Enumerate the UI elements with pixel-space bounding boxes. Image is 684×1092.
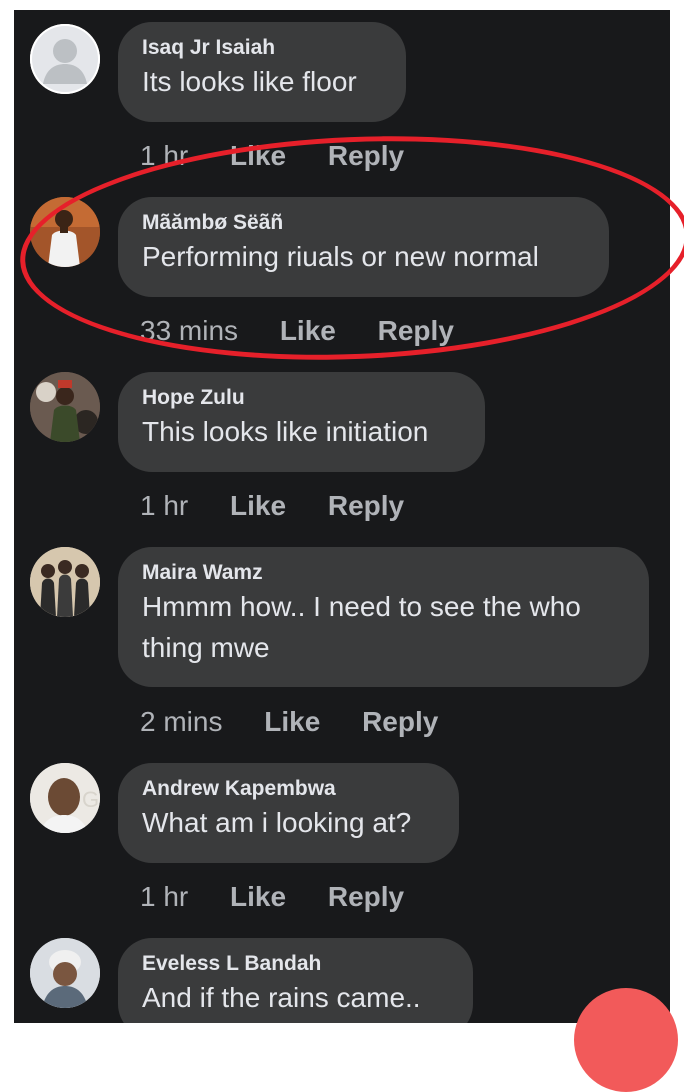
person-photo-icon — [30, 197, 100, 267]
comment-actions: 1 hr Like Reply — [140, 488, 404, 524]
comment-bubble: Eveless L Bandah And if the rains came.. — [118, 938, 473, 1023]
comment-actions: 1 hr Like Reply — [140, 879, 404, 915]
comment-text: What am i looking at? — [142, 807, 412, 838]
child-photo-icon — [30, 938, 100, 1008]
comment-actions: 1 hr Like Reply — [140, 138, 404, 174]
person-photo-icon: G — [30, 763, 100, 833]
commenter-name[interactable]: Maira Wamz — [142, 560, 625, 586]
reply-button[interactable]: Reply — [328, 138, 404, 174]
commenter-name[interactable]: Hope Zulu — [142, 385, 461, 411]
person-photo-icon — [30, 372, 100, 442]
group-photo-icon — [30, 547, 100, 617]
comment-bubble: Isaq Jr Isaiah Its looks like floor — [118, 22, 406, 122]
commenter-avatar[interactable] — [30, 372, 100, 442]
comment-timestamp[interactable]: 33 mins — [140, 313, 238, 349]
like-button[interactable]: Like — [264, 704, 320, 740]
comment-bubble: Mãămbø Sëãñ Performing riuals or new nor… — [118, 197, 609, 297]
commenter-avatar[interactable] — [30, 938, 100, 1008]
comment-timestamp[interactable]: 2 mins — [140, 704, 222, 740]
reply-button[interactable]: Reply — [362, 704, 438, 740]
comment-text: Performing riuals or new normal — [142, 241, 539, 272]
comments-panel: Isaq Jr Isaiah Its looks like floor 1 hr… — [14, 10, 670, 1023]
comment-text: And if the rains came.. — [142, 982, 421, 1013]
commenter-avatar[interactable] — [30, 197, 100, 267]
comment-timestamp[interactable]: 1 hr — [140, 488, 188, 524]
comment-text: Hmmm how.. I need to see the who thing m… — [142, 591, 581, 663]
commenter-avatar[interactable] — [30, 547, 100, 617]
default-user-icon — [30, 24, 100, 94]
commenter-avatar[interactable] — [30, 24, 100, 94]
commenter-name[interactable]: Eveless L Bandah — [142, 951, 449, 977]
comment-timestamp[interactable]: 1 hr — [140, 879, 188, 915]
reply-button[interactable]: Reply — [328, 488, 404, 524]
like-button[interactable]: Like — [230, 879, 286, 915]
comment-bubble: Maira Wamz Hmmm how.. I need to see the … — [118, 547, 649, 687]
comment-actions: 33 mins Like Reply — [140, 313, 454, 349]
commenter-name[interactable]: Andrew Kapembwa — [142, 776, 435, 802]
like-button[interactable]: Like — [230, 138, 286, 174]
commenter-avatar[interactable]: G — [30, 763, 100, 833]
comment-timestamp[interactable]: 1 hr — [140, 138, 188, 174]
comment-actions: 2 mins Like Reply — [140, 704, 438, 740]
comment-bubble: Hope Zulu This looks like initiation — [118, 372, 485, 472]
comment-text: This looks like initiation — [142, 416, 429, 447]
commenter-name[interactable]: Isaq Jr Isaiah — [142, 35, 382, 61]
svg-text:G: G — [82, 787, 99, 812]
comment-text: Its looks like floor — [142, 66, 357, 97]
reply-button[interactable]: Reply — [328, 879, 404, 915]
comment-bubble: Andrew Kapembwa What am i looking at? — [118, 763, 459, 863]
reply-button[interactable]: Reply — [378, 313, 454, 349]
commenter-name[interactable]: Mãămbø Sëãñ — [142, 210, 585, 236]
like-button[interactable]: Like — [280, 313, 336, 349]
like-button[interactable]: Like — [230, 488, 286, 524]
floating-action-button[interactable] — [574, 988, 678, 1092]
